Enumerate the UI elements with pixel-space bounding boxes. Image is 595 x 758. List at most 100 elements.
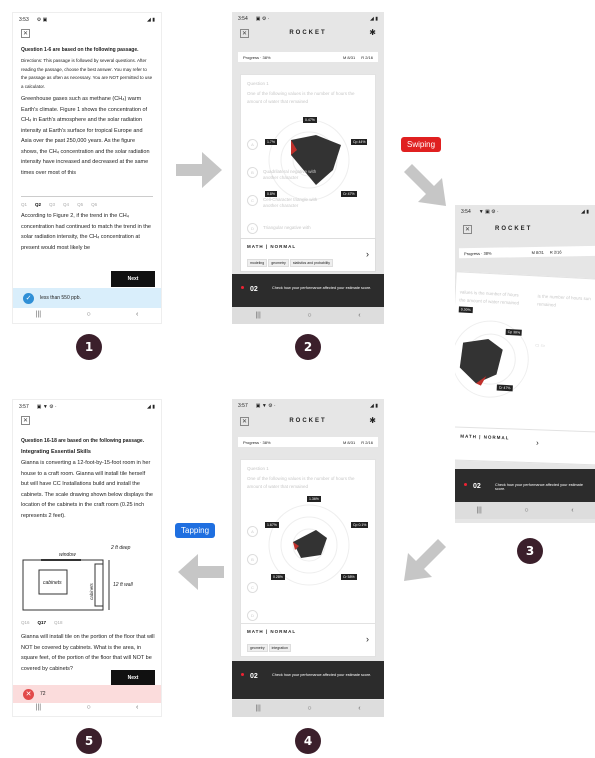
android-nav-bar: ||| ○ ‹ bbox=[232, 700, 384, 717]
m-stat: M 8/31 bbox=[531, 249, 544, 255]
step-badge: 4 bbox=[295, 728, 321, 754]
floor-plan-figure bbox=[22, 559, 110, 611]
question-label: Question 1 bbox=[247, 466, 269, 471]
gear-icon[interactable]: ✱ bbox=[369, 416, 376, 425]
progress-bar: Progress · 38% M 8/31 R 2/16 bbox=[458, 245, 595, 259]
chart-label: Cr 58% bbox=[341, 574, 357, 580]
screen-2: 3:54 ▣ ⚙ · ◢ ▮ ✕ ROCKET ✱ Progress · 38% M… bbox=[232, 12, 384, 324]
close-icon[interactable]: ✕ bbox=[21, 416, 30, 425]
recent-apps-icon[interactable]: ||| bbox=[36, 311, 41, 318]
passage-heading: Question 1-6 are based on the following … bbox=[21, 47, 139, 53]
chart-label: Cp 0.1% bbox=[351, 522, 369, 528]
option-c[interactable]: C bbox=[247, 195, 258, 206]
back-icon[interactable]: ‹ bbox=[358, 705, 360, 712]
chart-label: Cr 47% bbox=[341, 191, 357, 197]
chart-label: 1.67% bbox=[265, 522, 279, 528]
header: ✕ ROCKET ✱ bbox=[232, 26, 384, 42]
tab-q6[interactable]: Q6 bbox=[91, 202, 97, 207]
home-icon[interactable]: ○ bbox=[524, 507, 528, 514]
chart-label: 0.30% bbox=[458, 306, 473, 314]
card-right-text: is the number of hours sun remained bbox=[537, 293, 591, 308]
question-text: One of the following values is the numbe… bbox=[247, 91, 355, 104]
tab-q17[interactable]: Q17 bbox=[38, 620, 47, 625]
recent-apps-icon[interactable]: ||| bbox=[255, 705, 260, 712]
tab-q4[interactable]: Q4 bbox=[63, 202, 69, 207]
back-icon[interactable]: ‹ bbox=[571, 507, 573, 514]
chart-label: 0.47% bbox=[303, 117, 317, 123]
tag: modeling bbox=[247, 259, 268, 267]
android-nav-bar: ||| ○ ‹ bbox=[13, 306, 161, 323]
back-icon[interactable]: ‹ bbox=[136, 311, 138, 318]
subject-card[interactable]: MATH | NORMAL modeling geometry statistics… bbox=[240, 238, 376, 272]
chart-label: Cr 47% bbox=[496, 384, 513, 392]
answer-text: 72 bbox=[40, 691, 46, 697]
next-button[interactable]: Next bbox=[111, 670, 155, 686]
wall-label: 12 ft wall bbox=[113, 582, 133, 588]
cabinet-label: cabinets bbox=[89, 583, 94, 600]
status-bar: 3:54 ▼ ▣ ⚙ · ◢ ▮ bbox=[461, 209, 589, 215]
home-icon[interactable]: ○ bbox=[307, 312, 311, 319]
arrow-down-left-icon bbox=[404, 539, 446, 581]
tab-q3[interactable]: Q3 bbox=[49, 202, 55, 207]
app-title: ROCKET bbox=[289, 418, 327, 424]
back-icon[interactable]: ‹ bbox=[358, 312, 360, 319]
option-d[interactable]: D bbox=[247, 223, 258, 234]
close-icon[interactable]: ✕ bbox=[21, 29, 30, 38]
option-b-text: Quadrilateral negative with another char… bbox=[263, 169, 317, 180]
clock: 3:54 bbox=[461, 209, 471, 215]
option-b[interactable]: B bbox=[247, 554, 258, 565]
recent-apps-icon[interactable]: ||| bbox=[36, 704, 41, 711]
recent-apps-icon[interactable]: ||| bbox=[476, 507, 481, 514]
home-icon[interactable]: ○ bbox=[307, 705, 311, 712]
option-a[interactable]: A bbox=[247, 526, 258, 537]
question-card: Question 1 One of the following values i… bbox=[240, 74, 376, 264]
back-icon[interactable]: ‹ bbox=[136, 704, 138, 711]
tab-q2[interactable]: Q2 bbox=[35, 202, 41, 207]
radar-shape bbox=[459, 338, 503, 384]
subject-label: MATH | NORMAL bbox=[247, 629, 297, 634]
option-d[interactable]: D bbox=[247, 610, 258, 621]
android-nav-bar: ||| ○ ‹ bbox=[232, 307, 384, 324]
chevron-right-icon: › bbox=[366, 249, 369, 259]
red-dot-icon bbox=[241, 673, 244, 676]
tab-q1[interactable]: Q1 bbox=[21, 202, 27, 207]
question-text: One of the following values is the numbe… bbox=[247, 476, 355, 489]
r-stat: R 2/16 bbox=[361, 54, 373, 60]
tag: geometry bbox=[247, 644, 268, 652]
tab-q16[interactable]: Q16 bbox=[21, 620, 30, 625]
next-button[interactable]: Next bbox=[111, 271, 155, 287]
status-bar: 3:54 ▣ ⚙ · ◢ ▮ bbox=[238, 16, 378, 22]
wrong-icon: ✕ bbox=[23, 688, 34, 700]
option-c[interactable]: C bbox=[247, 582, 258, 593]
home-icon[interactable]: ○ bbox=[86, 311, 90, 318]
step-badge: 1 bbox=[76, 334, 102, 360]
tab-q5[interactable]: Q5 bbox=[77, 202, 83, 207]
option-a[interactable]: A bbox=[247, 139, 258, 150]
answer-bar: ✓ less than 550 ppb. bbox=[13, 288, 161, 308]
option-d-text: Triangular negative with bbox=[263, 225, 311, 230]
tag: geometry bbox=[268, 259, 289, 267]
progress-label: Progress · 38% bbox=[243, 439, 271, 445]
footer-banner: 02 Check how your performance affected y… bbox=[232, 274, 384, 307]
progress-bar: Progress · 38% M 8/31 R 2/16 bbox=[238, 52, 378, 62]
footer-number: 02 bbox=[473, 483, 481, 490]
footer-number: 02 bbox=[250, 673, 258, 680]
status-bar: 3:53 ⚙ ▣ ◢ ▮ bbox=[19, 17, 155, 23]
gear-icon[interactable]: ✱ bbox=[369, 28, 376, 37]
footer-banner: 02 Check how your performance affected y… bbox=[232, 661, 384, 699]
recent-apps-icon[interactable]: ||| bbox=[255, 312, 260, 319]
tag-list: geometry integration bbox=[241, 636, 375, 654]
android-nav-bar: ||| ○ ‹ bbox=[13, 699, 161, 716]
option-b[interactable]: B bbox=[247, 167, 258, 178]
home-icon[interactable]: ○ bbox=[86, 704, 90, 711]
subject-card[interactable]: MATH | NORMAL geometry integration › bbox=[240, 623, 376, 657]
close-icon[interactable]: ✕ bbox=[463, 225, 472, 234]
tab-q18[interactable]: Q18 bbox=[54, 620, 63, 625]
subject-card[interactable]: MATH | NORMAL › bbox=[455, 426, 595, 466]
red-dot-icon bbox=[241, 286, 244, 289]
radar-chart bbox=[455, 320, 529, 398]
arrow-right-icon bbox=[176, 152, 222, 188]
m-stat: M 8/31 bbox=[342, 439, 356, 445]
question-text: Gianna will install tile on the portion … bbox=[21, 634, 155, 672]
status-bar: 3:57 ▣ ▼ ⚙ · ◢ ▮ bbox=[19, 404, 155, 410]
